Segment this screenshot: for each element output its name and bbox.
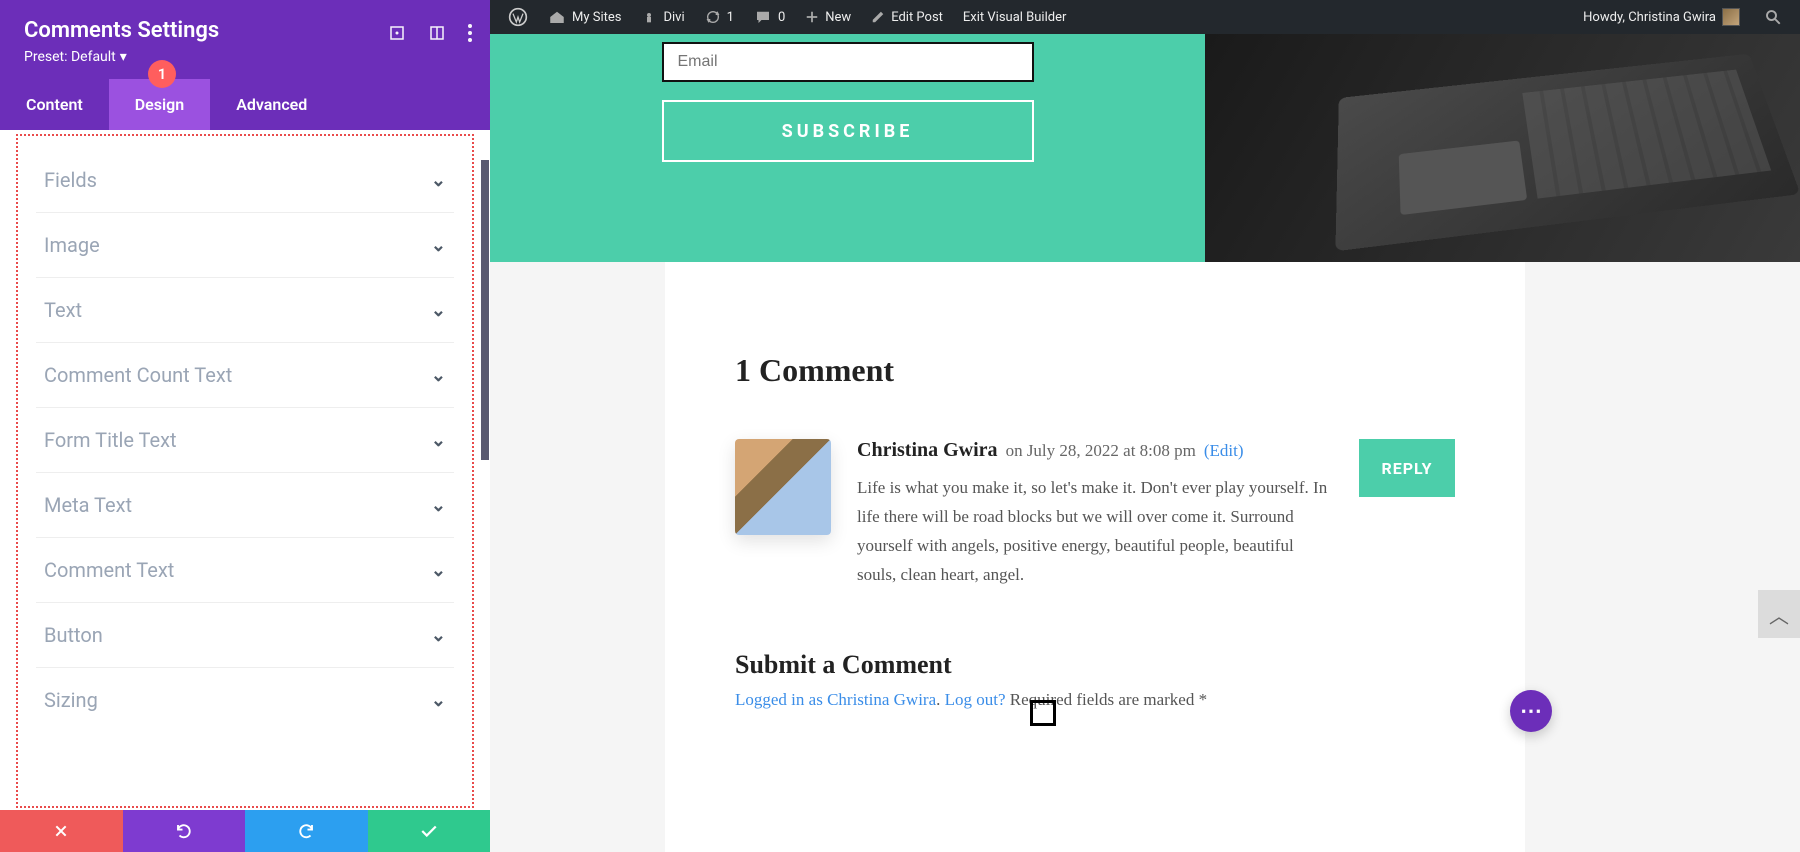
- subscribe-form: SUBSCRIBE: [490, 34, 1205, 262]
- my-sites-link[interactable]: My Sites: [542, 9, 627, 25]
- chevron-down-icon: ⌄: [431, 300, 446, 321]
- comments-link[interactable]: 0: [748, 9, 791, 25]
- reply-button[interactable]: REPLY: [1359, 439, 1455, 497]
- sidebar-footer: [0, 810, 490, 852]
- design-item-form-title-text[interactable]: Form Title Text⌄: [36, 408, 454, 473]
- design-item-meta-text[interactable]: Meta Text⌄: [36, 473, 454, 538]
- site-link[interactable]: Divi: [635, 9, 690, 25]
- tab-content[interactable]: Content: [0, 79, 109, 130]
- chevron-down-icon: ⌄: [431, 430, 446, 451]
- design-item-text[interactable]: Text⌄: [36, 278, 454, 343]
- preset-dropdown[interactable]: Preset: Default ▾: [24, 49, 127, 65]
- design-item-sizing[interactable]: Sizing⌄: [36, 668, 454, 732]
- wp-logo-icon[interactable]: [502, 7, 534, 27]
- chevron-down-icon: ⌄: [431, 625, 446, 646]
- comment-meta: on July 28, 2022 at 8:08 pm: [1006, 441, 1196, 461]
- undo-button[interactable]: [123, 810, 246, 852]
- edit-comment-link[interactable]: (Edit): [1204, 441, 1244, 461]
- design-item-fields[interactable]: Fields⌄: [36, 148, 454, 213]
- cancel-button[interactable]: [0, 810, 123, 852]
- submit-comment-title: Submit a Comment: [735, 650, 1455, 680]
- search-icon[interactable]: [1758, 8, 1788, 26]
- design-item-button[interactable]: Button⌄: [36, 603, 454, 668]
- logout-link[interactable]: Log out?: [945, 690, 1006, 709]
- design-item-image[interactable]: Image⌄: [36, 213, 454, 278]
- main-preview: My Sites Divi 1 0 New Edit Post Exit Vis…: [490, 0, 1800, 852]
- comment-text: Life is what you make it, so let's make …: [857, 474, 1333, 590]
- step-badge: 1: [148, 60, 176, 88]
- settings-tabs: Content Design Advanced: [0, 79, 490, 130]
- submit-comment-line: Logged in as Christina Gwira. Log out? R…: [735, 690, 1455, 710]
- sidebar-header: Comments Settings Preset: Default ▾ 1: [0, 0, 490, 79]
- page-content: 1 Comment Christina Gwira on July 28, 20…: [490, 262, 1800, 852]
- hero-image: [1205, 34, 1800, 262]
- hero-section: SUBSCRIBE: [490, 34, 1800, 262]
- edit-post-link[interactable]: Edit Post: [865, 10, 949, 25]
- more-icon[interactable]: [468, 24, 472, 46]
- save-button[interactable]: [368, 810, 491, 852]
- scroll-to-top-button[interactable]: ︿: [1758, 590, 1800, 638]
- design-options-list: Fields⌄ Image⌄ Text⌄ Comment Count Text⌄…: [16, 134, 474, 808]
- exit-vb-link[interactable]: Exit Visual Builder: [957, 10, 1072, 25]
- chevron-down-icon: ⌄: [431, 365, 446, 386]
- design-item-comment-text[interactable]: Comment Text⌄: [36, 538, 454, 603]
- expand-icon[interactable]: [388, 24, 406, 46]
- scrollbar[interactable]: [481, 160, 489, 460]
- design-item-comment-count-text[interactable]: Comment Count Text⌄: [36, 343, 454, 408]
- subscribe-button[interactable]: SUBSCRIBE: [662, 100, 1034, 162]
- redo-button[interactable]: [245, 810, 368, 852]
- comment-count-title: 1 Comment: [735, 352, 1455, 389]
- comment-item: Christina Gwira on July 28, 2022 at 8:08…: [735, 439, 1455, 590]
- new-link[interactable]: New: [799, 10, 857, 25]
- comment-author: Christina Gwira: [857, 439, 998, 462]
- tab-advanced[interactable]: Advanced: [210, 79, 333, 130]
- more-options-fab[interactable]: ⋯: [1510, 690, 1552, 732]
- columns-icon[interactable]: [428, 24, 446, 46]
- chevron-down-icon: ⌄: [431, 235, 446, 256]
- chevron-down-icon: ⌄: [431, 560, 446, 581]
- checkbox-icon[interactable]: [1030, 700, 1056, 726]
- email-field[interactable]: [662, 42, 1034, 82]
- chevron-down-icon: ⌄: [431, 690, 446, 711]
- commenter-avatar: [735, 439, 831, 535]
- chevron-down-icon: ▾: [120, 49, 127, 65]
- howdy-link[interactable]: Howdy, Christina Gwira: [1577, 8, 1746, 26]
- avatar-icon: [1722, 8, 1740, 26]
- settings-sidebar: Comments Settings Preset: Default ▾ 1 Co…: [0, 0, 490, 852]
- wp-admin-bar: My Sites Divi 1 0 New Edit Post Exit Vis…: [490, 0, 1800, 34]
- chevron-down-icon: ⌄: [431, 495, 446, 516]
- updates-link[interactable]: 1: [699, 9, 740, 25]
- chevron-down-icon: ⌄: [431, 170, 446, 191]
- logged-in-link[interactable]: Logged in as Christina Gwira: [735, 690, 936, 709]
